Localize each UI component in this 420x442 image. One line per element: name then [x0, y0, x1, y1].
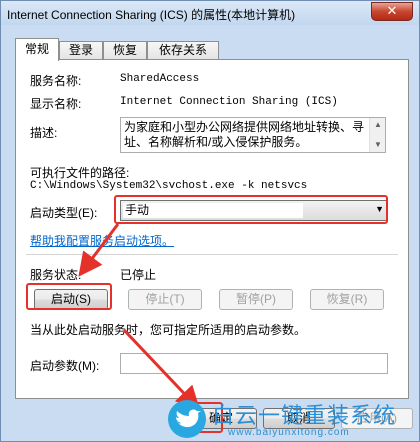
separator [26, 254, 398, 255]
highlight-startup-type [114, 195, 388, 224]
stop-button[interactable]: 停止(T) [128, 289, 202, 310]
service-status-value: 已停止 [120, 268, 157, 282]
pause-button[interactable]: 暂停(P) [219, 289, 293, 310]
general-panel: 服务名称: SharedAccess 显示名称: Internet Connec… [15, 59, 409, 399]
bird-logo-icon [168, 400, 206, 438]
highlight-start-button [26, 283, 112, 310]
watermark: 白云一键重装系统 www.baiyunxitong.com [168, 398, 418, 440]
close-button[interactable]: ✕ [371, 2, 413, 21]
window-title: Internet Connection Sharing (ICS) 的属性(本地… [7, 8, 296, 22]
exe-path-value: C:\Windows\System32\svchost.exe -k netsv… [30, 180, 308, 192]
close-icon: ✕ [386, 4, 398, 19]
scroll-up-icon[interactable]: ▲ [374, 120, 382, 129]
tab-recovery[interactable]: 恢复 [103, 41, 147, 60]
resume-button[interactable]: 恢复(R) [310, 289, 384, 310]
startup-type-label: 启动类型(E): [30, 206, 98, 220]
start-params-hint: 当从此处启动服务时，您可指定所适用的启动参数。 [30, 323, 307, 337]
scroll-down-icon[interactable]: ▼ [374, 140, 382, 149]
service-name-label: 服务名称: [30, 74, 82, 88]
service-status-label: 服务状态: [30, 268, 82, 282]
tab-general[interactable]: 常规 [15, 38, 59, 61]
description-scrollbar[interactable]: ▲ ▼ [369, 118, 385, 152]
start-params-input[interactable] [120, 353, 388, 374]
display-name-label: 显示名称: [30, 97, 82, 111]
help-configure-link[interactable]: 帮助我配置服务启动选项。 [30, 232, 174, 249]
watermark-url: www.baiyunxitong.com [228, 427, 350, 438]
description-box[interactable]: 为家庭和小型办公网络提供网络地址转换、寻址、名称解析和/或入侵保护服务。 ▲ ▼ [120, 117, 386, 153]
exe-path-label: 可执行文件的路径: [30, 166, 130, 180]
service-name-value: SharedAccess [120, 73, 200, 85]
watermark-title: 白云一键重装系统 [212, 403, 397, 428]
description-label: 描述: [30, 126, 58, 140]
display-name-value: Internet Connection Sharing (ICS) [120, 96, 338, 108]
tab-dependencies[interactable]: 依存关系 [147, 41, 219, 60]
description-text: 为家庭和小型办公网络提供网络地址转换、寻址、名称解析和/或入侵保护服务。 [124, 120, 365, 149]
start-params-label: 启动参数(M): [30, 359, 100, 373]
title-bar[interactable]: Internet Connection Sharing (ICS) 的属性(本地… [1, 1, 419, 25]
tab-logon[interactable]: 登录 [59, 41, 103, 60]
